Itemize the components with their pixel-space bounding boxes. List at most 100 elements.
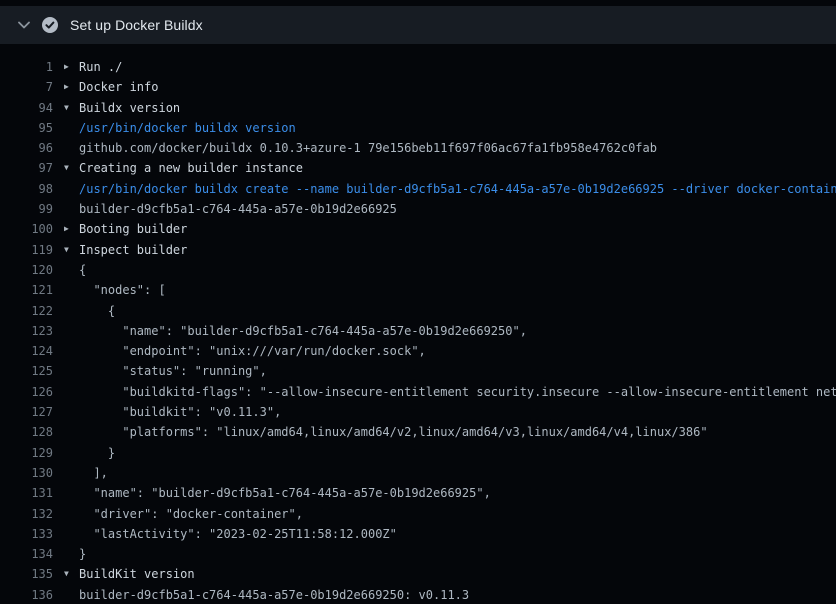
log-output-text: {: [79, 301, 115, 321]
log-output-text: }: [79, 544, 86, 564]
arrow-spacer: [64, 321, 79, 341]
line-number[interactable]: 123: [0, 321, 53, 341]
arrow-spacer: [64, 260, 79, 280]
log-line: 135 ▼BuildKit version: [0, 564, 836, 584]
arrow-spacer: [64, 341, 79, 361]
line-number[interactable]: 96: [0, 138, 53, 158]
arrow-spacer: [64, 199, 79, 219]
arrow-spacer: [64, 301, 79, 321]
line-number[interactable]: 1: [0, 57, 53, 77]
line-number[interactable]: 99: [0, 199, 53, 219]
log-line: 125 "status": "running",: [0, 361, 836, 381]
log-group-title[interactable]: Buildx version: [79, 98, 180, 118]
log-command-text: /usr/bin/docker buildx create --name bui…: [79, 179, 836, 199]
group-collapsed-arrow-icon[interactable]: ▶: [64, 57, 79, 77]
log-line: 128 "platforms": "linux/amd64,linux/amd6…: [0, 422, 836, 442]
arrow-spacer: [64, 382, 79, 402]
log-output-text: "buildkit": "v0.11.3",: [79, 402, 281, 422]
log-line: 94 ▼Buildx version: [0, 98, 836, 118]
line-number[interactable]: 129: [0, 443, 53, 463]
line-number[interactable]: 130: [0, 463, 53, 483]
group-collapsed-arrow-icon[interactable]: ▶: [64, 77, 79, 97]
group-expanded-arrow-icon[interactable]: ▼: [64, 158, 79, 178]
log-output-text: github.com/docker/buildx 0.10.3+azure-1 …: [79, 138, 657, 158]
log-line: 97 ▼Creating a new builder instance: [0, 158, 836, 178]
line-number[interactable]: 119: [0, 240, 53, 260]
log-output-text: }: [79, 443, 115, 463]
log-viewer: 1▶Run ./7▶Docker info94▼Buildx version95…: [0, 44, 836, 604]
line-number[interactable]: 95: [0, 118, 53, 138]
line-number[interactable]: 7: [0, 77, 53, 97]
log-output-text: builder-d9cfb5a1-c764-445a-a57e-0b19d2e6…: [79, 585, 469, 604]
log-output-text: "name": "builder-d9cfb5a1-c764-445a-a57e…: [79, 483, 491, 503]
log-group-title[interactable]: Inspect builder: [79, 240, 187, 260]
arrow-spacer: [64, 361, 79, 381]
line-number[interactable]: 120: [0, 260, 53, 280]
log-group-title[interactable]: Run ./: [79, 57, 122, 77]
line-number[interactable]: 133: [0, 524, 53, 544]
log-output-text: "platforms": "linux/amd64,linux/amd64/v2…: [79, 422, 708, 442]
log-command-text: /usr/bin/docker buildx version: [79, 118, 296, 138]
group-collapsed-arrow-icon[interactable]: ▶: [64, 219, 79, 239]
arrow-spacer: [64, 463, 79, 483]
arrow-spacer: [64, 544, 79, 564]
log-output-text: builder-d9cfb5a1-c764-445a-a57e-0b19d2e6…: [79, 199, 397, 219]
arrow-spacer: [64, 179, 79, 199]
line-number[interactable]: 100: [0, 219, 53, 239]
log-group-title[interactable]: Booting builder: [79, 219, 187, 239]
arrow-spacer: [64, 483, 79, 503]
line-number[interactable]: 136: [0, 585, 53, 604]
line-number[interactable]: 124: [0, 341, 53, 361]
arrow-spacer: [64, 422, 79, 442]
log-line: 124 "endpoint": "unix:///var/run/docker.…: [0, 341, 836, 361]
log-line: 7 ▶Docker info: [0, 77, 836, 97]
log-output-text: "driver": "docker-container",: [79, 504, 303, 524]
log-line: 134}: [0, 544, 836, 564]
group-expanded-arrow-icon[interactable]: ▼: [64, 98, 79, 118]
arrow-spacer: [64, 280, 79, 300]
log-line: 127 "buildkit": "v0.11.3",: [0, 402, 836, 422]
line-number[interactable]: 126: [0, 382, 53, 402]
arrow-spacer: [64, 138, 79, 158]
log-output-text: "buildkitd-flags": "--allow-insecure-ent…: [79, 382, 836, 402]
group-expanded-arrow-icon[interactable]: ▼: [64, 240, 79, 260]
line-number[interactable]: 97: [0, 158, 53, 178]
step-success-icon: [41, 16, 59, 34]
arrow-spacer: [64, 585, 79, 604]
line-number[interactable]: 125: [0, 361, 53, 381]
log-line: 1 ▶Run ./: [0, 57, 836, 77]
line-number[interactable]: 132: [0, 504, 53, 524]
log-output-text: "name": "builder-d9cfb5a1-c764-445a-a57e…: [79, 321, 527, 341]
log-line: 126 "buildkitd-flags": "--allow-insecure…: [0, 382, 836, 402]
line-number[interactable]: 94: [0, 98, 53, 118]
step-header[interactable]: Set up Docker Buildx: [0, 6, 836, 44]
log-line: 119 ▼Inspect builder: [0, 240, 836, 260]
log-line: 121 "nodes": [: [0, 280, 836, 300]
chevron-down-icon[interactable]: [16, 17, 32, 33]
line-number[interactable]: 127: [0, 402, 53, 422]
step-title: Set up Docker Buildx: [70, 17, 203, 33]
log-line: 129 }: [0, 443, 836, 463]
log-line: 132 "driver": "docker-container",: [0, 504, 836, 524]
log-group-title[interactable]: Docker info: [79, 77, 158, 97]
log-line: 130 ],: [0, 463, 836, 483]
log-line: 98/usr/bin/docker buildx create --name b…: [0, 179, 836, 199]
line-number[interactable]: 134: [0, 544, 53, 564]
line-number[interactable]: 128: [0, 422, 53, 442]
arrow-spacer: [64, 402, 79, 422]
line-number[interactable]: 131: [0, 483, 53, 503]
log-output-text: "endpoint": "unix:///var/run/docker.sock…: [79, 341, 426, 361]
line-number[interactable]: 98: [0, 179, 53, 199]
group-expanded-arrow-icon[interactable]: ▼: [64, 564, 79, 584]
log-output-text: ],: [79, 463, 108, 483]
log-output-text: {: [79, 260, 86, 280]
log-group-title[interactable]: BuildKit version: [79, 564, 195, 584]
log-line: 131 "name": "builder-d9cfb5a1-c764-445a-…: [0, 483, 836, 503]
log-output-text: "status": "running",: [79, 361, 267, 381]
log-line: 95/usr/bin/docker buildx version: [0, 118, 836, 138]
line-number[interactable]: 121: [0, 280, 53, 300]
log-line: 133 "lastActivity": "2023-02-25T11:58:12…: [0, 524, 836, 544]
line-number[interactable]: 135: [0, 564, 53, 584]
line-number[interactable]: 122: [0, 301, 53, 321]
log-group-title[interactable]: Creating a new builder instance: [79, 158, 303, 178]
